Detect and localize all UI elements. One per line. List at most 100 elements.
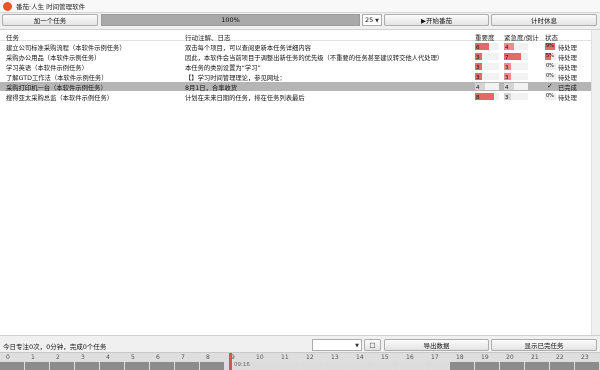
timeline-hour-block	[525, 362, 549, 370]
col-importance[interactable]: 重要度	[475, 32, 495, 42]
status-progress-label: 0%	[546, 93, 554, 99]
day-timeline[interactable]: 0 1 2 3 4 5 6 7 8 9 10 11 12 13 14 15 16 17 18 19 20 21 22 23 0…	[0, 352, 600, 370]
task-notes: 【】学习时间管理理论，参见网址：	[185, 75, 286, 82]
task-notes: 8月1日，合率收货	[185, 85, 238, 92]
chevron-down-icon: ▼	[375, 18, 379, 24]
task-name: 采购办公用品（本软件示例任务）	[6, 55, 101, 62]
col-urgency[interactable]: 紧急度/倒计	[504, 32, 539, 42]
timeline-hour-block	[425, 362, 449, 370]
timeline-hour-label: 0	[6, 354, 10, 361]
status-label: 待处理	[558, 55, 577, 62]
status-progress: 0%	[545, 63, 556, 70]
timeline-hour-block	[75, 362, 99, 370]
table-row[interactable]: 学习英语（本软件示例任务） 本任务的类别设置为“学习” 3 3 0% 待处理	[0, 62, 591, 72]
importance-bar: 3	[475, 53, 499, 61]
table-row[interactable]: 采购办公用品（本软件示例任务） 因此，本软件会当前项目于调整出新任务的优先级（不重…	[0, 52, 591, 62]
timeline-hour-label: 18	[456, 354, 464, 361]
timeline-hour-label: 16	[406, 354, 414, 361]
timeline-hour-block	[400, 362, 424, 370]
col-status[interactable]: 状态	[545, 32, 558, 42]
status-label: 已完成	[558, 85, 577, 92]
timeline-hour-label: 1	[31, 354, 35, 361]
task-name: 建立公司标准采购流程（本软件示例任务）	[6, 45, 126, 52]
status-progress-label: 5%	[546, 53, 554, 59]
timeline-hour-label: 20	[506, 354, 514, 361]
timeline-hour-block	[150, 362, 174, 370]
importance-value: 3	[476, 65, 480, 71]
timeline-hour-block	[475, 362, 499, 370]
timeline-hour-block	[200, 362, 224, 370]
importance-bar: 8	[475, 93, 499, 101]
show-done-button[interactable]: 显示已完任务	[491, 339, 597, 351]
timeline-hour-label: 14	[356, 354, 364, 361]
timeline-hour-label: 12	[306, 354, 314, 361]
export-data-button[interactable]: 导出数据	[384, 339, 489, 351]
urgency-value: 3	[505, 75, 509, 81]
status-progress: 0%	[545, 73, 556, 80]
title-bar: 番茄·人生 时间管理软件	[0, 0, 600, 13]
col-notes[interactable]: 行动注解、日志	[185, 32, 231, 42]
importance-bar: 3	[475, 63, 499, 71]
urgency-value: 3	[505, 65, 509, 71]
urgency-bar: 3	[504, 63, 528, 71]
table-row[interactable]: 采购打印机一台（本软件示例任务） 8月1日，合率收货 4 4 ✓ 已完成	[0, 82, 591, 92]
timeline-hour-block	[550, 362, 574, 370]
task-name: 搜得亚太采购总监（本软件示例任务）	[6, 95, 114, 102]
timeline-hour-label: 2	[56, 354, 60, 361]
col-task[interactable]: 任务	[6, 32, 19, 42]
timeline-hour-block	[500, 362, 524, 370]
table-row[interactable]: 搜得亚太采购总监（本软件示例任务） 计划在未来日期的任务，排在任务列表最后 8 3 0%…	[0, 92, 591, 102]
category-select[interactable]: ▼	[312, 339, 362, 351]
importance-value: 6	[476, 45, 480, 51]
importance-value: 3	[476, 55, 480, 61]
importance-value: 4	[476, 85, 480, 91]
status-progress: 9%	[545, 43, 556, 50]
timeline-hour-label: 5	[131, 354, 135, 361]
table-row[interactable]: 建立公司标准采购流程（本软件示例任务） 双击每个项目，可以查阅更新本任务详细内容 6…	[0, 42, 591, 52]
status-progress-label: 0%	[546, 63, 554, 69]
minutes-select[interactable]: 25 ▼	[362, 14, 382, 26]
task-notes: 本任务的类别设置为“学习”	[185, 65, 261, 72]
status-label: 待处理	[558, 45, 577, 52]
timeline-hour-block	[325, 362, 349, 370]
timeline-hour-label: 3	[81, 354, 85, 361]
timeline-hour-label: 15	[381, 354, 389, 361]
timeline-hour-label: 7	[181, 354, 185, 361]
task-table: 任务 行动注解、日志 重要度 紧急度/倒计 状态 建立公司标准采购流程（本软件示…	[0, 29, 600, 336]
status-label: 待处理	[558, 75, 577, 82]
task-name: 了解GTD工作法（本软件示例任务）	[6, 75, 108, 82]
timeline-hour-label: 17	[431, 354, 439, 361]
current-time-marker	[229, 353, 232, 370]
importance-value: 8	[476, 95, 480, 101]
urgency-bar: 3	[504, 93, 528, 101]
toolbar: 加一个任务 100% 25 ▼ ▶开始番茄 计时休息	[0, 14, 600, 27]
timeline-hour-block	[25, 362, 49, 370]
task-notes: 计划在未来日期的任务，排在任务列表最后	[185, 95, 305, 102]
timeline-hour-block	[100, 362, 124, 370]
timeline-hour-label: 21	[531, 354, 539, 361]
vertical-scrollbar[interactable]	[591, 30, 600, 335]
timeline-hour-block	[125, 362, 149, 370]
task-name: 学习英语（本软件示例任务）	[6, 65, 88, 72]
urgency-bar: 7	[504, 53, 528, 61]
urgency-value: 4	[505, 45, 509, 51]
status-progress-label: 9%	[546, 43, 554, 49]
task-notes: 因此，本软件会当前项目于调整出新任务的优先级（不重要的任务甚至建议转交他人代处理…	[185, 55, 444, 62]
table-row[interactable]: 了解GTD工作法（本软件示例任务） 【】学习时间管理理论，参见网址： 3 3 0% 待处理	[0, 72, 591, 82]
add-task-button[interactable]: 加一个任务	[2, 14, 98, 26]
timeline-hour-block	[50, 362, 74, 370]
task-notes: 双击每个项目，可以查阅更新本任务详细内容	[185, 45, 311, 52]
timeline-hour-block	[575, 362, 599, 370]
table-header: 任务 行动注解、日志 重要度 紧急度/倒计 状态	[0, 30, 600, 42]
timeline-hour-label: 4	[106, 354, 110, 361]
timeline-hour-block	[175, 362, 199, 370]
urgency-bar: 3	[504, 73, 528, 81]
urgency-bar: 4	[504, 43, 528, 51]
checkmark-icon: ✓	[547, 82, 553, 90]
task-name: 采购打印机一台（本软件示例任务）	[6, 85, 107, 92]
status-progress: 5%	[545, 53, 556, 60]
rest-timer-button[interactable]: 计时休息	[491, 14, 597, 26]
small-square-button[interactable]: □	[364, 339, 381, 351]
start-pomodoro-button[interactable]: ▶开始番茄	[384, 14, 489, 26]
status-progress-label: 0%	[546, 73, 554, 79]
